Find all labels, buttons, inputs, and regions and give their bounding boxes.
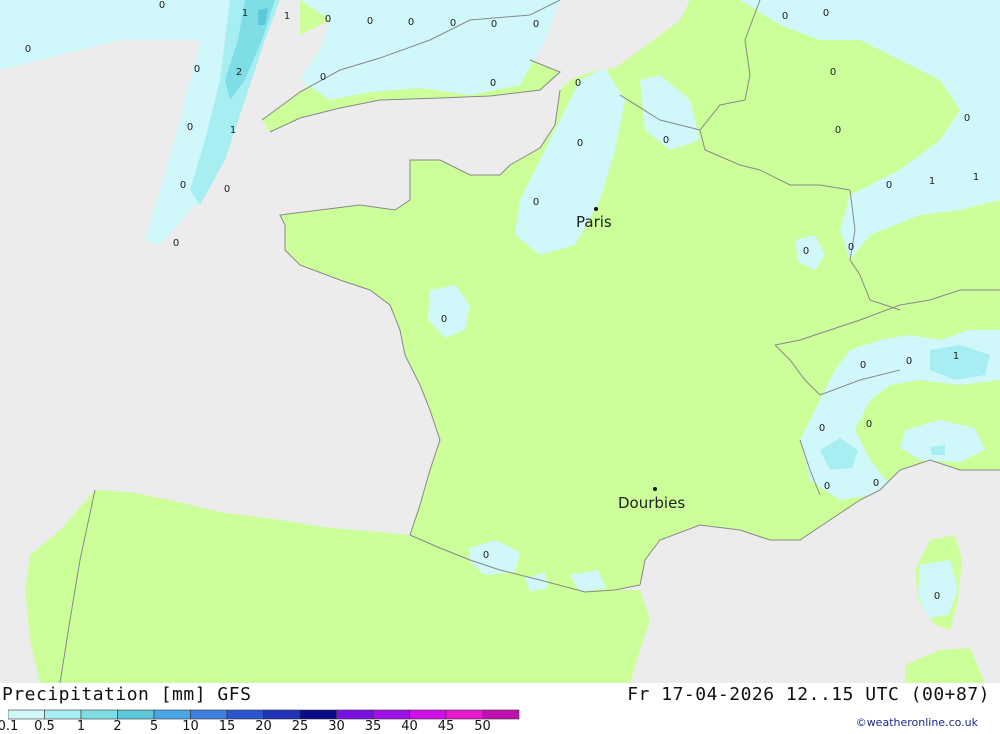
contour-label: 2 (236, 67, 242, 78)
colorbar-label: 30 (328, 719, 345, 734)
colorbar-label: 15 (218, 719, 236, 734)
colorbar-segment (409, 709, 447, 720)
contour-label: 1 (230, 125, 236, 136)
contour-label: 0 (173, 238, 179, 249)
contour-label: 0 (491, 19, 497, 30)
colorbar-label: 2 (113, 719, 122, 734)
colorbar-segment (80, 709, 118, 720)
contour-label: 0 (803, 246, 809, 257)
colorbar-segment (263, 709, 301, 720)
colorbar-segment (336, 709, 374, 720)
contour-label: 0 (441, 314, 447, 325)
contour-label: 0 (860, 360, 866, 371)
contour-label: 0 (835, 125, 841, 136)
contour-label: 1 (973, 172, 979, 183)
contour-label: 0 (873, 478, 879, 489)
contour-label: 0 (663, 135, 669, 146)
colorbar-segment (44, 709, 82, 720)
contour-label: 0 (180, 180, 186, 191)
contour-label: 0 (320, 72, 326, 83)
contour-label: 0 (450, 18, 456, 29)
contour-label: 0 (848, 242, 854, 253)
contour-label: 1 (242, 8, 248, 19)
city-marker (653, 487, 657, 491)
city-label: Dourbies (618, 494, 685, 512)
contour-label: 0 (782, 11, 788, 22)
contour-label: 1 (953, 351, 959, 362)
contour-label: 0 (824, 481, 830, 492)
contour-label: 0 (964, 113, 970, 124)
contour-label: 0 (25, 44, 31, 55)
precipitation-map: 0 0 1 1 0 0 0 0 0 0 0 0 2 0 1 0 0 0 0 0 … (0, 0, 1000, 683)
city-marker (594, 207, 598, 211)
contour-label: 1 (929, 176, 935, 187)
colorbar-label: 50 (474, 719, 491, 734)
contour-label: 0 (187, 122, 193, 133)
colorbar-segment (153, 709, 191, 720)
contour-label: 0 (194, 64, 200, 75)
contour-label: 0 (159, 0, 165, 11)
colorbar-segment (8, 709, 45, 720)
contour-label: 0 (325, 14, 331, 25)
credit-link[interactable]: ©weatheronline.co.uk (856, 716, 978, 729)
contour-label: 1 (284, 11, 290, 22)
colorbar-label: 10 (182, 719, 199, 734)
colorbar-label: 40 (401, 719, 418, 734)
colorbar-segment (299, 709, 337, 720)
contour-label: 0 (483, 550, 489, 561)
contour-label: 0 (823, 8, 829, 19)
contour-label: 0 (577, 138, 583, 149)
forecast-time: Fr 17-04-2026 12..15 UTC (00+87) (627, 684, 990, 705)
contour-label: 0 (367, 16, 373, 27)
contour-label: 0 (533, 197, 539, 208)
colorbar-segment (117, 709, 155, 720)
colorbar-label: 25 (291, 719, 309, 734)
contour-label: 0 (830, 67, 836, 78)
contour-label: 0 (490, 78, 496, 89)
contour-label: 0 (575, 78, 581, 89)
colorbar-segment (445, 709, 483, 720)
colorbar-label: 0.5 (34, 719, 55, 734)
contour-label: 0 (866, 419, 872, 430)
colorbar-label: 45 (437, 719, 455, 734)
colorbar-label: 0.1 (0, 719, 19, 734)
colorbar-label: 35 (364, 719, 382, 734)
colorbar-segment (372, 709, 410, 720)
colorbar-segment (190, 709, 228, 720)
contour-label: 0 (533, 19, 539, 30)
contour-label: 0 (819, 423, 825, 434)
map-title: Precipitation [mm] GFS (2, 684, 252, 705)
contour-label: 0 (224, 184, 230, 195)
contour-label: 0 (934, 591, 940, 602)
colorbar-label: 1 (76, 719, 86, 734)
city-label: Paris (576, 213, 612, 231)
colorbar-labels: 0.1 0.5 1 2 5 10 15 20 25 30 35 40 45 50 (0, 719, 520, 734)
colorbar-label: 20 (255, 719, 272, 734)
contour-label: 0 (906, 356, 912, 367)
colorbar-segment (226, 709, 264, 720)
colorbar-label: 5 (149, 719, 159, 734)
contour-label: 0 (408, 17, 414, 28)
contour-label: 0 (886, 180, 892, 191)
